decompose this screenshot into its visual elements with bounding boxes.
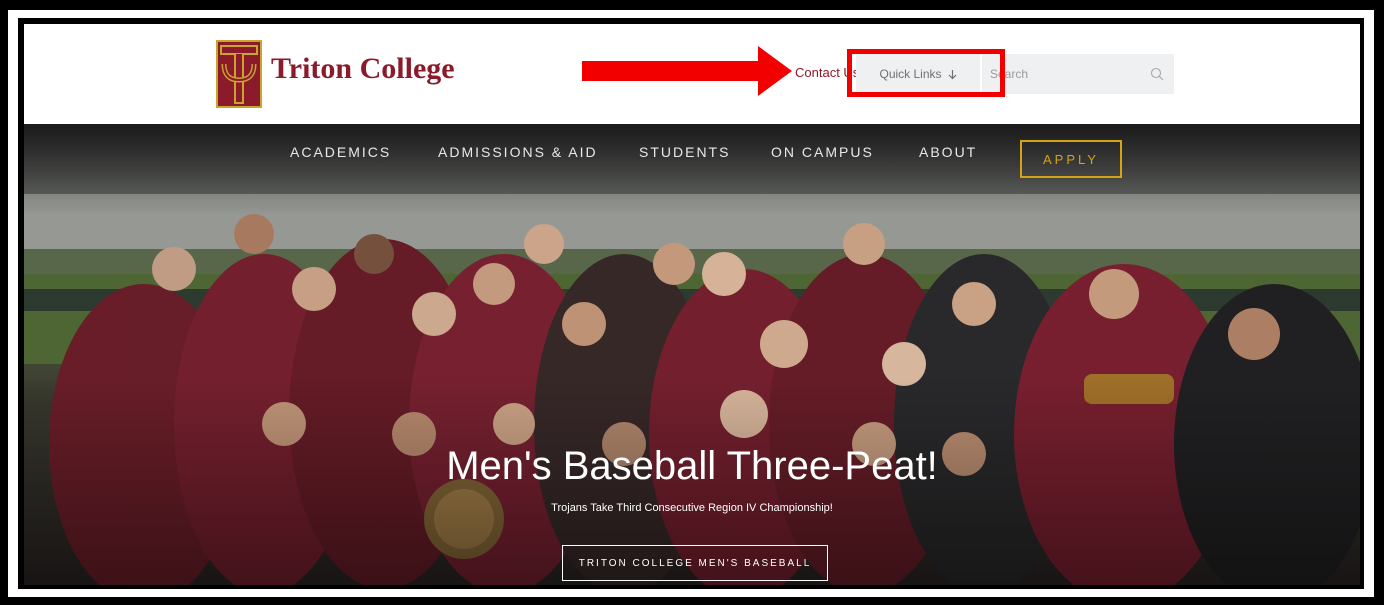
nav-students[interactable]: STUDENTS [639,144,730,160]
nav-on-campus[interactable]: ON CAMPUS [771,144,874,160]
nav-academics[interactable]: ACADEMICS [290,144,391,160]
hero-banner: ACADEMICS ADMISSIONS & AID STUDENTS ON C… [24,124,1360,585]
search-icon[interactable] [1150,67,1164,81]
annotation-arrow [582,46,792,96]
triton-logo-icon[interactable] [216,40,262,108]
hero-subheadline: Trojans Take Third Consecutive Region IV… [551,502,833,514]
apply-button[interactable]: APPLY [1020,140,1122,178]
search-box [982,54,1174,94]
main-nav: ACADEMICS ADMISSIONS & AID STUDENTS ON C… [24,132,1360,178]
nav-admissions-aid[interactable]: ADMISSIONS & AID [438,144,598,160]
logo-text[interactable]: Triton College [271,52,455,86]
nav-about[interactable]: ABOUT [919,144,977,160]
hero-headline: Men's Baseball Three-Peat! [446,444,938,488]
site-header: Triton College Contact Us Quick Links [24,24,1360,124]
browser-page: Triton College Contact Us Quick Links Se… [24,24,1360,585]
search-input[interactable] [982,54,1140,94]
annotation-highlight-box [847,49,1005,97]
mens-baseball-button[interactable]: TRITON COLLEGE MEN'S BASEBALL [562,545,828,581]
hero-overlay [24,124,1360,585]
